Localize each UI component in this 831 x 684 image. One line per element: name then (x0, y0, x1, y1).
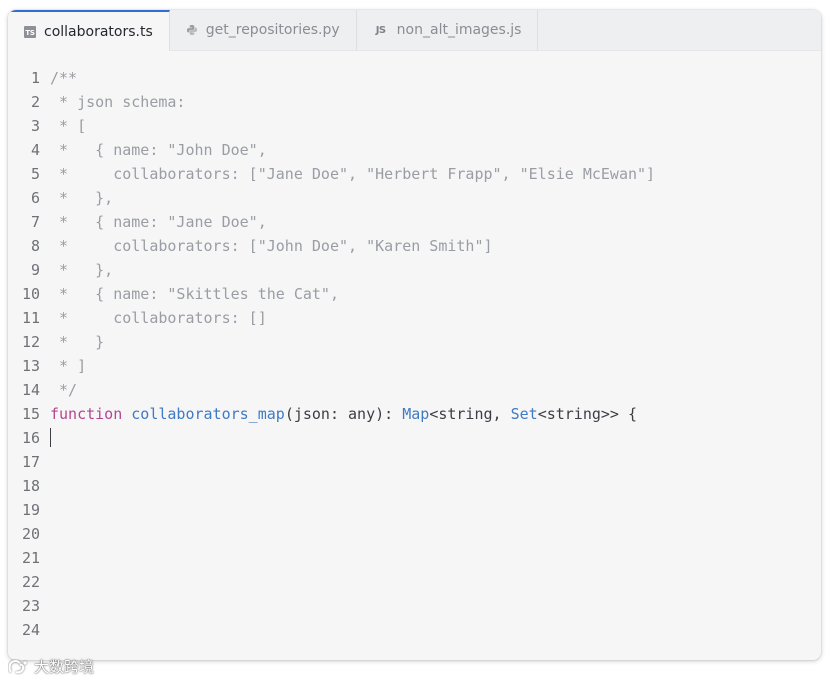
empty-line: 21 (8, 546, 821, 570)
line-number: 5 (30, 165, 40, 183)
code-line: 5 * collaborators: ["Jane Doe", "Herbert… (8, 162, 821, 186)
code-line: 2 * json schema: (8, 90, 821, 114)
code-line: 3 * [ (8, 114, 821, 138)
tab-get-repositories-py[interactable]: get_repositories.py (170, 10, 357, 50)
line-number: 21 (21, 549, 40, 567)
tab-bar: TS collaborators.ts get_repositories.py … (8, 10, 821, 51)
tab-non-alt-images-js[interactable]: JS non_alt_images.js (357, 10, 539, 50)
code-line: 4 * { name: "John Doe", (8, 138, 821, 162)
empty-line: 18 (8, 474, 821, 498)
typescript-icon: TS (24, 25, 36, 38)
code-line: 12 * } (8, 330, 821, 354)
line-number: 3 (30, 117, 40, 135)
line-content: * json schema: (50, 93, 186, 111)
line-number: 10 (21, 285, 40, 303)
empty-line: 23 (8, 594, 821, 618)
type-args-close-token: <string>> { (537, 405, 638, 423)
line-content: * { name: "Jane Doe", (50, 213, 267, 231)
line-content: /** (50, 69, 78, 87)
line-content: * }, (50, 189, 114, 207)
code-line: 10 * { name: "Skittles the Cat", (8, 282, 821, 306)
line-content: * { name: "John Doe", (50, 141, 267, 159)
line-content: * [ (50, 117, 87, 135)
line-number: 4 (30, 141, 40, 159)
line-number: 20 (21, 525, 40, 543)
return-type-token: Map (402, 405, 430, 423)
code-line: 13 * ] (8, 354, 821, 378)
python-icon (186, 24, 198, 36)
line-content: * }, (50, 261, 114, 279)
line-content: * collaborators: [] (50, 309, 267, 327)
type-args-token: <string, (429, 405, 511, 423)
line-content: * collaborators: ["Jane Doe", "Herbert F… (50, 165, 656, 183)
line-number: 16 (21, 429, 40, 447)
line-number: 9 (30, 261, 40, 279)
line-number: 18 (21, 477, 40, 495)
line-number: 11 (21, 309, 40, 327)
line-number: 8 (30, 237, 40, 255)
empty-line: 20 (8, 522, 821, 546)
code-editor-window: TS collaborators.ts get_repositories.py … (8, 10, 821, 660)
code-line: 11 * collaborators: [] (8, 306, 821, 330)
line-number: 12 (21, 333, 40, 351)
empty-line: 17 (8, 450, 821, 474)
code-line: 9 * }, (8, 258, 821, 282)
code-line: 8 * collaborators: ["John Doe", "Karen S… (8, 234, 821, 258)
text-cursor (50, 428, 51, 447)
watermark: 大数跨境 (8, 656, 94, 677)
line-content: */ (50, 381, 78, 399)
line-content (50, 426, 51, 450)
line-number: 7 (30, 213, 40, 231)
code-line: 7 * { name: "Jane Doe", (8, 210, 821, 234)
keyword-token: function (50, 405, 123, 423)
line-number: 2 (30, 93, 40, 111)
function-name-token: collaborators_map (131, 405, 285, 423)
line-number: 19 (21, 501, 40, 519)
inner-type-token: Set (510, 405, 538, 423)
code-line: 14 */ (8, 378, 821, 402)
tab-label: get_repositories.py (205, 22, 340, 38)
code-line: 1 /** (8, 66, 821, 90)
tab-collaborators-ts[interactable]: TS collaborators.ts (8, 10, 170, 51)
code-line: 6 * }, (8, 186, 821, 210)
empty-line: 24 (8, 618, 821, 642)
tab-label: non_alt_images.js (396, 22, 522, 38)
line-content: * { name: "Skittles the Cat", (50, 285, 339, 303)
params-token: (json: any): (284, 405, 403, 423)
line-content: * } (50, 333, 105, 351)
line-number: 13 (21, 357, 40, 375)
function-declaration-line: 15 function collaborators_map(json: any)… (8, 402, 821, 426)
line-number: 24 (21, 621, 40, 639)
line-number: 23 (21, 597, 40, 615)
line-number: 22 (21, 573, 40, 591)
empty-line: 22 (8, 570, 821, 594)
line-number: 6 (30, 189, 40, 207)
code-area[interactable]: 1 /** 2 * json schema: 3 * [ 4 * { name:… (8, 66, 821, 642)
line-number: 17 (21, 453, 40, 471)
line-content: * ] (50, 357, 87, 375)
line-content: * collaborators: ["John Doe", "Karen Smi… (50, 237, 493, 255)
javascript-icon: JS (375, 24, 386, 36)
brand-logo-icon (8, 659, 28, 675)
line-content: function collaborators_map(json: any): M… (50, 402, 637, 426)
line-number: 15 (21, 405, 40, 423)
cursor-line: 16 (8, 426, 821, 450)
watermark-text: 大数跨境 (34, 658, 95, 676)
tab-label: collaborators.ts (44, 23, 153, 40)
empty-line: 19 (8, 498, 821, 522)
line-number: 14 (21, 381, 40, 399)
line-number: 1 (30, 69, 40, 87)
